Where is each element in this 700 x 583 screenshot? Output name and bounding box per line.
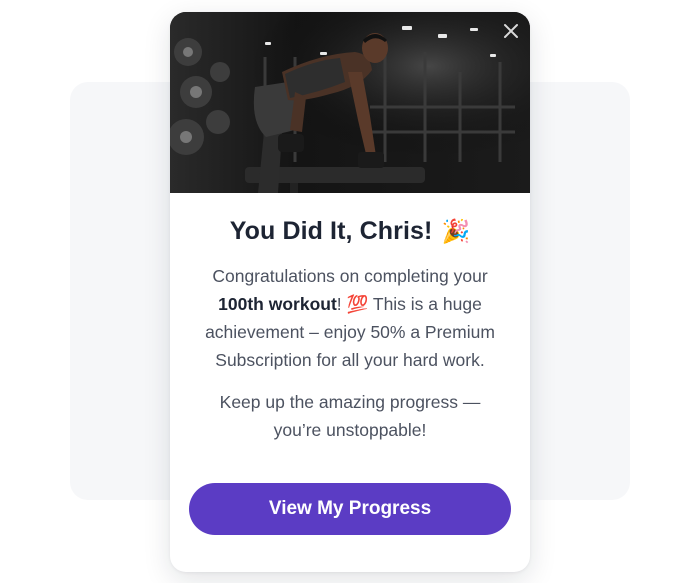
message-text-1: Congratulations on completing your (212, 266, 488, 286)
title-text: You Did It, Chris! (229, 217, 433, 245)
message-text-2: ! (336, 294, 347, 314)
party-popper-icon: 🎉 (441, 218, 471, 244)
gym-photo (170, 12, 530, 193)
close-button[interactable] (501, 21, 521, 41)
close-icon (504, 24, 518, 38)
hero-image (170, 12, 530, 193)
view-progress-button[interactable]: View My Progress (189, 483, 511, 535)
modal-message: Congratulations on completing your 100th… (196, 262, 504, 374)
page-stage: You Did It, Chris! 🎉 Congratulations on … (0, 0, 700, 583)
achievement-modal: You Did It, Chris! 🎉 Congratulations on … (170, 12, 530, 572)
workout-count: 100th workout (218, 294, 337, 314)
hundred-points-icon: 💯 (346, 294, 369, 314)
modal-encouragement: Keep up the amazing progress — you’re un… (219, 392, 481, 440)
modal-title: You Did It, Chris! 🎉 (170, 217, 530, 246)
